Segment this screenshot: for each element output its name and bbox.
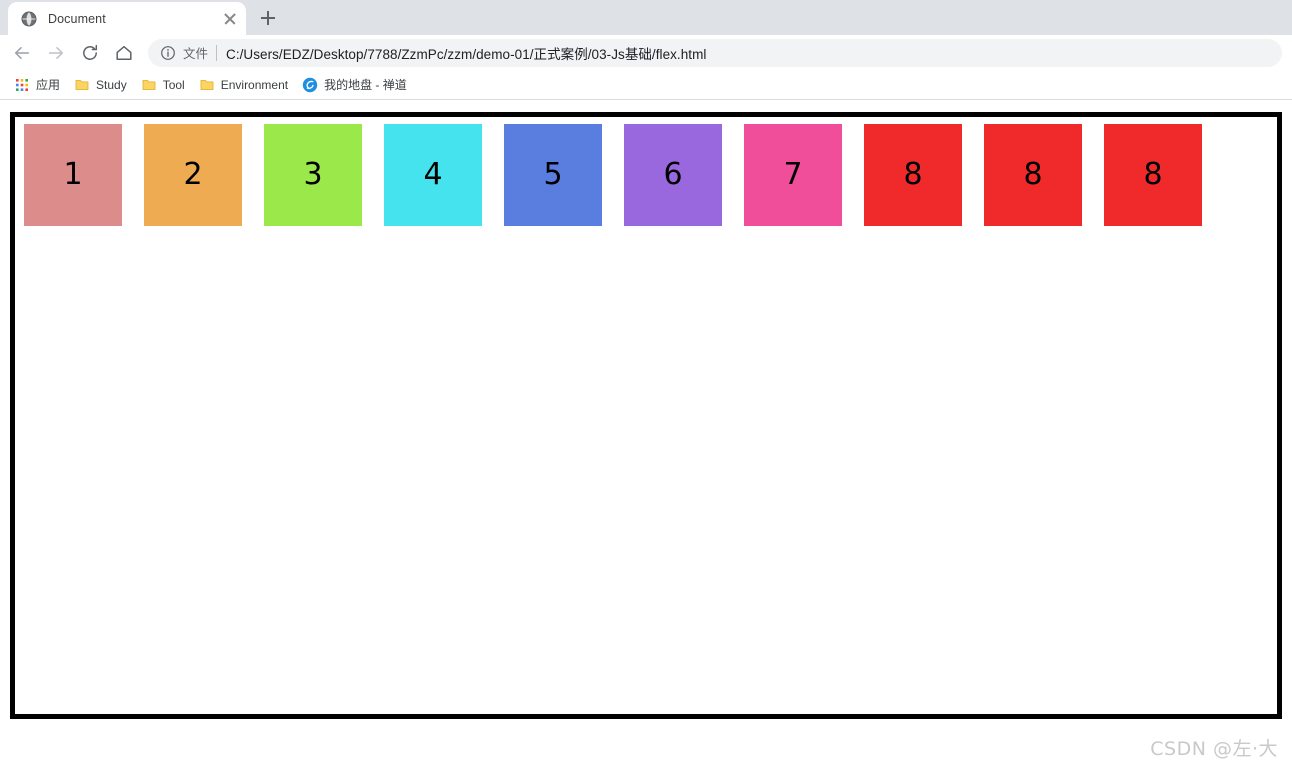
tab-title: Document — [48, 12, 216, 26]
flex-item: 3 — [264, 124, 362, 226]
flex-item: 1 — [24, 124, 122, 226]
url-text[interactable]: C:/Users/EDZ/Desktop/7788/ZzmPc/zzm/demo… — [226, 43, 706, 63]
flex-item-label: 8 — [1023, 160, 1042, 190]
flex-item: 2 — [144, 124, 242, 226]
new-tab-button[interactable] — [254, 4, 282, 32]
bookmark-zentao[interactable]: 我的地盘 - 禅道 — [298, 74, 415, 96]
browser-window: Document — [0, 0, 1292, 770]
folder-icon — [74, 77, 90, 93]
arrow-left-icon — [12, 43, 32, 63]
flex-item-label: 6 — [663, 160, 682, 190]
browser-tab-document[interactable]: Document — [8, 2, 246, 35]
flex-item: 4 — [384, 124, 482, 226]
info-circle-icon[interactable] — [160, 45, 176, 61]
bookmark-label: 我的地盘 - 禅道 — [324, 76, 407, 93]
home-button[interactable] — [110, 39, 138, 67]
csdn-watermark: CSDN @左·大 — [1150, 734, 1278, 761]
apps-grid-icon — [14, 77, 30, 93]
flex-item: 5 — [504, 124, 602, 226]
forward-button[interactable] — [42, 39, 70, 67]
page-viewport: 1 2 3 4 5 6 7 8 8 — [0, 101, 1292, 770]
home-icon — [114, 43, 134, 63]
bookmark-label: 应用 — [36, 76, 60, 93]
tab-strip: Document — [0, 0, 1292, 35]
arrow-right-icon — [46, 43, 66, 63]
bookmark-label: Environment — [221, 78, 288, 92]
flex-item-label: 7 — [783, 160, 802, 190]
flex-item-label: 3 — [303, 160, 322, 190]
flex-item: 7 — [744, 124, 842, 226]
bookmark-study[interactable]: Study — [70, 74, 135, 96]
bookmarks-bar: 应用 Study Tool Enviro — [0, 70, 1292, 100]
flex-item-label: 4 — [423, 160, 442, 190]
flex-item-label: 1 — [63, 160, 82, 190]
globe-icon — [21, 11, 37, 27]
navigation-toolbar: 文件 C:/Users/EDZ/Desktop/7788/ZzmPc/zzm/d… — [0, 35, 1292, 70]
url-scheme-label: 文件 — [183, 43, 208, 62]
flex-item-label: 8 — [903, 160, 922, 190]
omnibox-divider — [216, 45, 217, 61]
address-bar[interactable]: 文件 C:/Users/EDZ/Desktop/7788/ZzmPc/zzm/d… — [148, 39, 1282, 67]
folder-icon — [141, 77, 157, 93]
flex-container: 1 2 3 4 5 6 7 8 8 — [10, 112, 1282, 719]
zentao-icon — [302, 77, 318, 93]
flex-item: 6 — [624, 124, 722, 226]
reload-icon — [80, 43, 100, 63]
bookmark-label: Study — [96, 78, 127, 92]
flex-item-label: 5 — [543, 160, 562, 190]
close-icon[interactable] — [222, 11, 238, 27]
bookmark-label: Tool — [163, 78, 185, 92]
bookmark-environment[interactable]: Environment — [195, 74, 296, 96]
folder-icon — [199, 77, 215, 93]
flex-item: 8 — [1104, 124, 1202, 226]
bookmark-tool[interactable]: Tool — [137, 74, 193, 96]
back-button[interactable] — [8, 39, 36, 67]
flex-item-label: 2 — [183, 160, 202, 190]
bookmark-apps[interactable]: 应用 — [10, 74, 68, 96]
flex-item: 8 — [864, 124, 962, 226]
flex-item-label: 8 — [1143, 160, 1162, 190]
flex-item: 8 — [984, 124, 1082, 226]
reload-button[interactable] — [76, 39, 104, 67]
